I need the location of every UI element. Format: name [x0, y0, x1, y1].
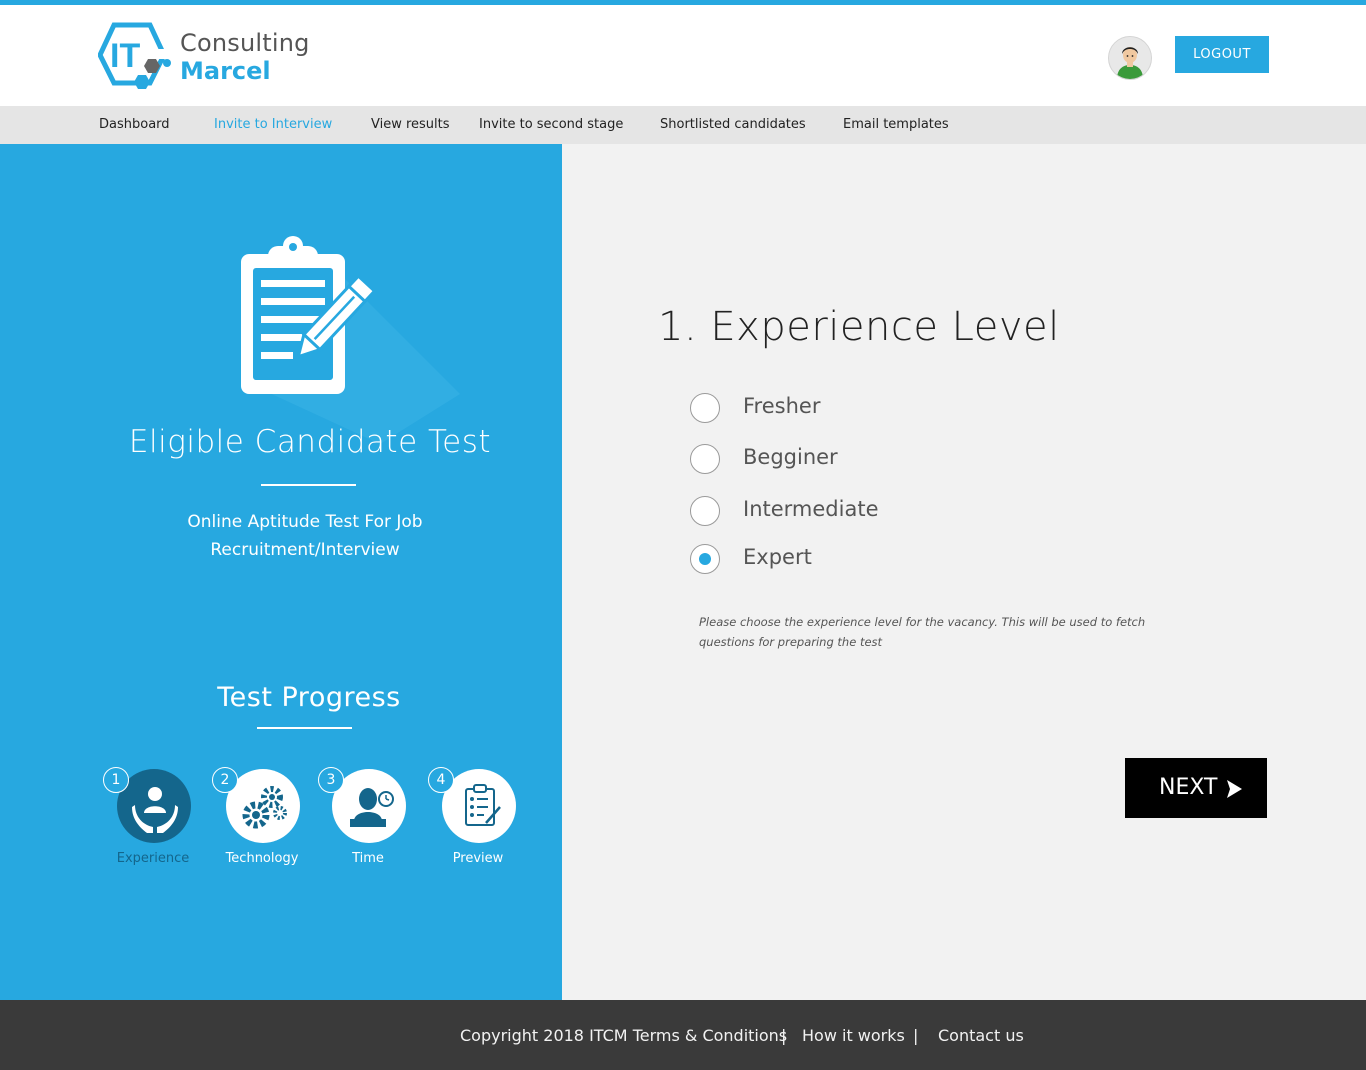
header: IT Consulting Marcel LOGOUT: [0, 5, 1366, 106]
nav-item-invite-second-stage[interactable]: Invite to second stage: [479, 106, 623, 144]
footer: Copyright 2018 ITCM Terms & Conditions |…: [0, 1000, 1366, 1070]
nav-item-email-templates[interactable]: Email templates: [843, 106, 949, 144]
logout-button[interactable]: LOGOUT: [1175, 36, 1269, 73]
next-label: NEXT: [1159, 775, 1218, 800]
nav-item-view-results[interactable]: View results: [371, 106, 450, 144]
logo[interactable]: IT Consulting Marcel: [98, 21, 310, 93]
option-label: Begginer: [743, 445, 838, 469]
hero-divider: [261, 484, 356, 486]
step-label: Technology: [225, 851, 299, 866]
footer-how-it-works-link[interactable]: How it works: [802, 1026, 905, 1045]
play-arrow-icon: [1227, 780, 1242, 798]
test-info-panel: Eligible Candidate Test Online Aptitude …: [0, 144, 562, 1000]
footer-separator: |: [781, 1026, 787, 1045]
step-label: Experience: [116, 851, 190, 866]
main-nav: Dashboard Invite to Interview View resul…: [0, 106, 1366, 144]
clipboard-pencil-icon: [241, 236, 460, 444]
radio-selected-dot: [699, 553, 711, 565]
radio-fresher[interactable]: [690, 393, 720, 423]
logo-text-marcel: Marcel: [180, 57, 271, 85]
question-title: 1. Experience Level: [658, 304, 1060, 350]
question-panel: 1. Experience Level Fresher Begginer Int…: [562, 144, 1366, 1000]
nav-item-dashboard[interactable]: Dashboard: [99, 106, 170, 144]
hero-title: Eligible Candidate Test: [128, 424, 492, 460]
nav-item-invite-to-interview[interactable]: Invite to Interview: [214, 106, 332, 144]
next-button[interactable]: NEXT: [1125, 758, 1267, 818]
footer-contact-link[interactable]: Contact us: [938, 1026, 1024, 1045]
option-label: Expert: [743, 545, 812, 569]
hero-subtitle: Online Aptitude Test For Job Recruitment…: [187, 512, 423, 560]
logo-mark-text: IT: [110, 37, 140, 75]
step-label: Time: [352, 851, 384, 866]
user-avatar-icon[interactable]: [1108, 36, 1152, 80]
step-number: 4: [428, 767, 454, 793]
logo-mark: IT: [98, 22, 171, 89]
step-number: 3: [318, 767, 344, 793]
step-number: 2: [212, 767, 238, 793]
nav-item-shortlisted-candidates[interactable]: Shortlisted candidates: [660, 106, 806, 144]
footer-copyright-link[interactable]: Copyright 2018 ITCM Terms & Conditions: [460, 1026, 787, 1045]
logo-text-consulting: Consulting: [180, 29, 310, 57]
radio-intermediate[interactable]: [690, 496, 720, 526]
progress-divider: [257, 727, 352, 729]
progress-title: Test Progress: [217, 682, 401, 713]
option-label: Fresher: [743, 394, 821, 418]
question-hint: Please choose the experience level for t…: [699, 615, 1146, 649]
radio-begginer[interactable]: [690, 444, 720, 474]
step-label: Preview: [452, 851, 504, 866]
option-label: Intermediate: [743, 497, 879, 521]
footer-separator: |: [913, 1026, 919, 1045]
radio-expert[interactable]: [690, 544, 720, 574]
step-number: 1: [103, 767, 129, 793]
